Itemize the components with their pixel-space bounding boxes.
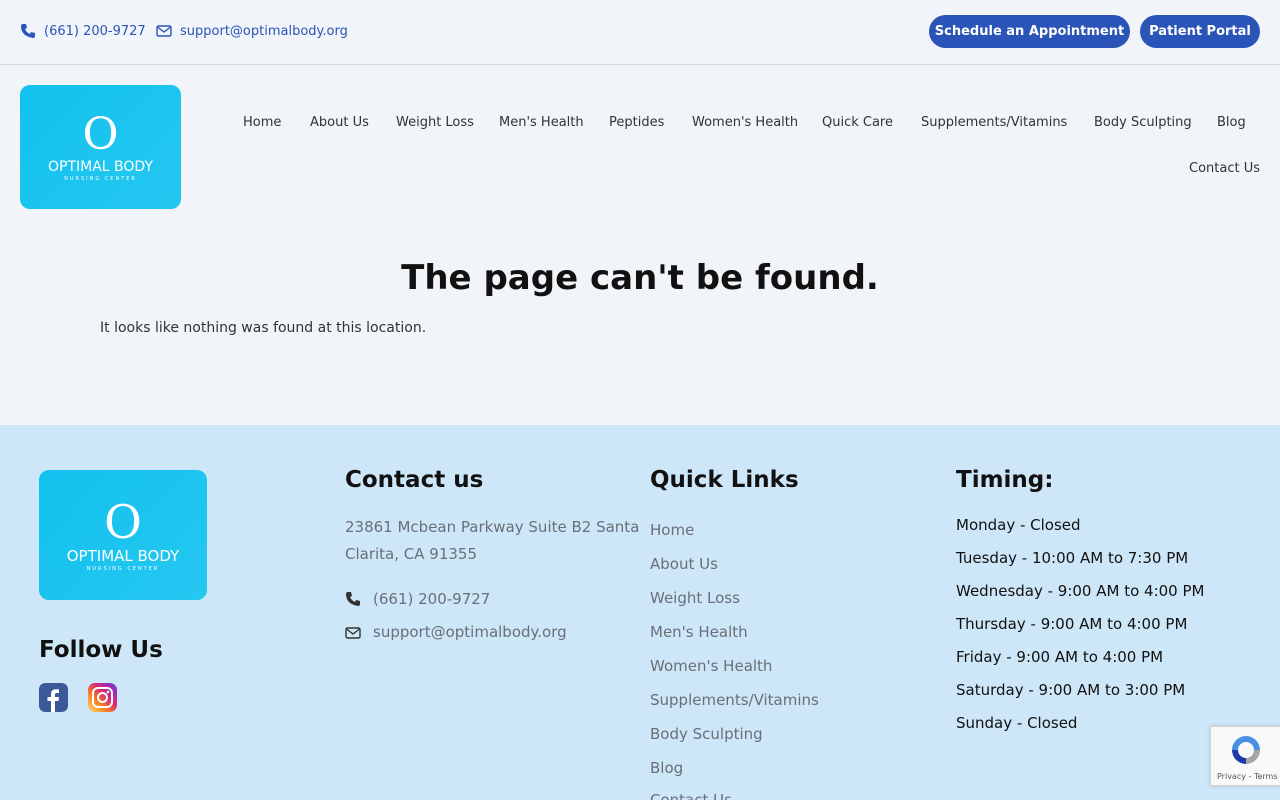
nav-item-blog[interactable]: Blog — [1217, 115, 1246, 130]
follow-us-heading: Follow Us — [39, 637, 163, 663]
logo-subtitle: NURSING CENTER — [64, 175, 137, 182]
footer-phone-link[interactable]: (661) 200-9727 — [373, 586, 490, 613]
nav-item-contact-us[interactable]: Contact Us — [1170, 161, 1260, 176]
footer-logo-mark: O — [104, 494, 142, 549]
instagram-icon[interactable] — [88, 683, 117, 712]
hours-monday: Monday - Closed — [956, 516, 1081, 534]
contact-us-heading: Contact us — [345, 467, 484, 493]
patient-portal-button[interactable]: Patient Portal — [1140, 15, 1260, 48]
nav-item-quick-care[interactable]: Quick Care — [822, 115, 893, 130]
nav-item-mens-health[interactable]: Men's Health — [499, 115, 584, 130]
timing-heading: Timing: — [956, 467, 1054, 493]
hours-wednesday: Wednesday - 9:00 AM to 4:00 PM — [956, 582, 1205, 600]
hours-tuesday: Tuesday - 10:00 AM to 7:30 PM — [956, 549, 1189, 567]
nav-item-home[interactable]: Home — [243, 115, 281, 130]
phone-link[interactable]: (661) 200-9727 — [20, 23, 146, 39]
page-title: The page can't be found. — [401, 258, 879, 298]
quick-link-home[interactable]: Home — [650, 521, 694, 539]
hours-sunday: Sunday - Closed — [956, 714, 1078, 732]
logo-name: OPTIMAL BODY — [48, 158, 153, 175]
schedule-appointment-button[interactable]: Schedule an Appointment — [929, 15, 1130, 48]
quick-link-about-us[interactable]: About Us — [650, 555, 718, 573]
site-footer: O OPTIMAL BODY NURSING CENTER Follow Us … — [0, 425, 1280, 800]
phone-text: (661) 200-9727 — [44, 23, 146, 39]
nav-item-supplements-vitamins[interactable]: Supplements/Vitamins — [921, 115, 1067, 130]
quick-link-supplements-vitamins[interactable]: Supplements/Vitamins — [650, 691, 819, 709]
envelope-icon — [345, 627, 361, 639]
nav-item-about-us[interactable]: About Us — [310, 115, 369, 130]
top-bar: (661) 200-9727 support@optimalbody.org S… — [0, 0, 1280, 65]
quick-link-blog[interactable]: Blog — [650, 759, 683, 777]
envelope-icon — [156, 25, 172, 37]
footer-email-link[interactable]: support@optimalbody.org — [373, 619, 567, 646]
hours-thursday: Thursday - 9:00 AM to 4:00 PM — [956, 615, 1188, 633]
footer-logo-subtitle: NURSING CENTER — [86, 565, 160, 572]
recaptcha-links[interactable]: Privacy - Terms — [1217, 772, 1278, 781]
quick-links-heading: Quick Links — [650, 467, 799, 493]
quick-link-contact-us[interactable]: Contact Us — [650, 791, 732, 800]
recaptcha-icon — [1232, 736, 1260, 764]
quick-link-weight-loss[interactable]: Weight Loss — [650, 589, 740, 607]
nav-item-womens-health[interactable]: Women's Health — [692, 115, 798, 130]
facebook-icon[interactable] — [39, 683, 68, 712]
phone-icon — [21, 24, 35, 38]
phone-icon — [346, 592, 360, 606]
quick-link-body-sculpting[interactable]: Body Sculpting — [650, 725, 763, 743]
quick-link-mens-health[interactable]: Men's Health — [650, 623, 748, 641]
email-text: support@optimalbody.org — [180, 23, 348, 39]
address-line-2: Clarita, CA 91355 — [345, 545, 477, 563]
email-link[interactable]: support@optimalbody.org — [156, 23, 348, 39]
logo-mark: O — [82, 108, 119, 160]
address-line-1: 23861 Mcbean Parkway Suite B2 Santa — [345, 518, 640, 536]
nav-item-peptides[interactable]: Peptides — [609, 115, 664, 130]
footer-logo[interactable]: O OPTIMAL BODY NURSING CENTER — [39, 470, 207, 600]
nav-item-weight-loss[interactable]: Weight Loss — [396, 115, 474, 130]
nav-item-body-sculpting[interactable]: Body Sculpting — [1094, 115, 1192, 130]
site-logo[interactable]: O OPTIMAL BODY NURSING CENTER — [20, 85, 181, 209]
recaptcha-badge[interactable]: Privacy - Terms — [1210, 726, 1280, 786]
hours-saturday: Saturday - 9:00 AM to 3:00 PM — [956, 681, 1186, 699]
not-found-message: It looks like nothing was found at this … — [100, 320, 427, 336]
footer-logo-name: OPTIMAL BODY — [66, 546, 180, 565]
quick-link-womens-health[interactable]: Women's Health — [650, 657, 772, 675]
hours-friday: Friday - 9:00 AM to 4:00 PM — [956, 648, 1164, 666]
